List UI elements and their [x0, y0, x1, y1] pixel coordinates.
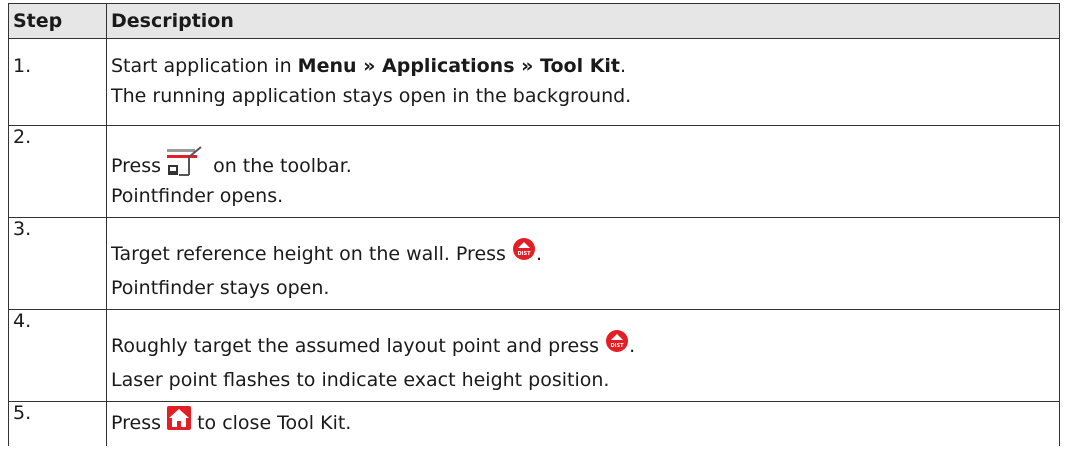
- text: to close Tool Kit.: [191, 412, 352, 434]
- step-number: 3.: [9, 218, 107, 309]
- text: Press: [111, 155, 168, 177]
- description-line: Target reference height on the wall. Pre…: [111, 237, 1059, 271]
- table-row: 3. Target reference height on the wall. …: [9, 218, 1059, 310]
- step-description: Target reference height on the wall. Pre…: [107, 218, 1059, 309]
- step-description: Press on the toolbar. Pointfinder opens.: [107, 126, 1059, 217]
- step-number: 1.: [9, 39, 107, 125]
- dist-button-icon: DIST: [605, 329, 629, 364]
- table-row: 4. Roughly target the assumed layout poi…: [9, 310, 1059, 402]
- text: Roughly target the assumed layout point …: [111, 335, 606, 357]
- step-description: Roughly target the assumed layout point …: [107, 310, 1059, 401]
- description-line: Press on the toolbar.: [111, 145, 1059, 179]
- table-header-row: Step Description: [9, 3, 1059, 39]
- text: Target reference height on the wall. Pre…: [111, 243, 512, 265]
- description-line: Laser point flashes to indicate exact he…: [111, 369, 610, 391]
- table-row: 5. Press to close Tool Kit.: [9, 402, 1059, 446]
- description-line: Pointfinder opens.: [111, 185, 284, 207]
- text: .: [620, 55, 627, 77]
- menu-path: Menu » Applications » Tool Kit: [297, 55, 621, 77]
- text: Press: [111, 412, 168, 434]
- description-line: Press to close Tool Kit.: [111, 406, 1059, 440]
- text: .: [629, 335, 636, 357]
- step-column-header: Step: [9, 4, 107, 38]
- step-description: Start application in Menu » Applications…: [107, 39, 1059, 125]
- description-line: Start application in Menu » Applications…: [111, 57, 1059, 87]
- table-row: 1. Start application in Menu » Applicati…: [9, 39, 1059, 126]
- home-icon: [167, 406, 192, 441]
- text: on the toolbar.: [207, 155, 352, 177]
- steps-table: Step Description 1. Start application in…: [8, 3, 1060, 446]
- step-description: Press to close Tool Kit.: [107, 402, 1059, 446]
- text: Start application in: [111, 55, 298, 77]
- dist-label: DIST: [611, 343, 625, 349]
- description-line: The running application stays open in th…: [111, 85, 632, 107]
- description-line: Roughly target the assumed layout point …: [111, 329, 1059, 363]
- table-row: 2. Press on the toolbar. Pointfinder ope…: [9, 126, 1059, 218]
- dist-label: DIST: [517, 251, 531, 257]
- step-number: 4.: [9, 310, 107, 401]
- description-column-header: Description: [111, 10, 234, 32]
- description-line: Pointfinder stays open.: [111, 277, 330, 299]
- dist-button-icon: DIST: [512, 237, 536, 272]
- text: .: [535, 243, 543, 265]
- step-number: 2.: [9, 126, 107, 217]
- step-number: 5.: [9, 402, 107, 446]
